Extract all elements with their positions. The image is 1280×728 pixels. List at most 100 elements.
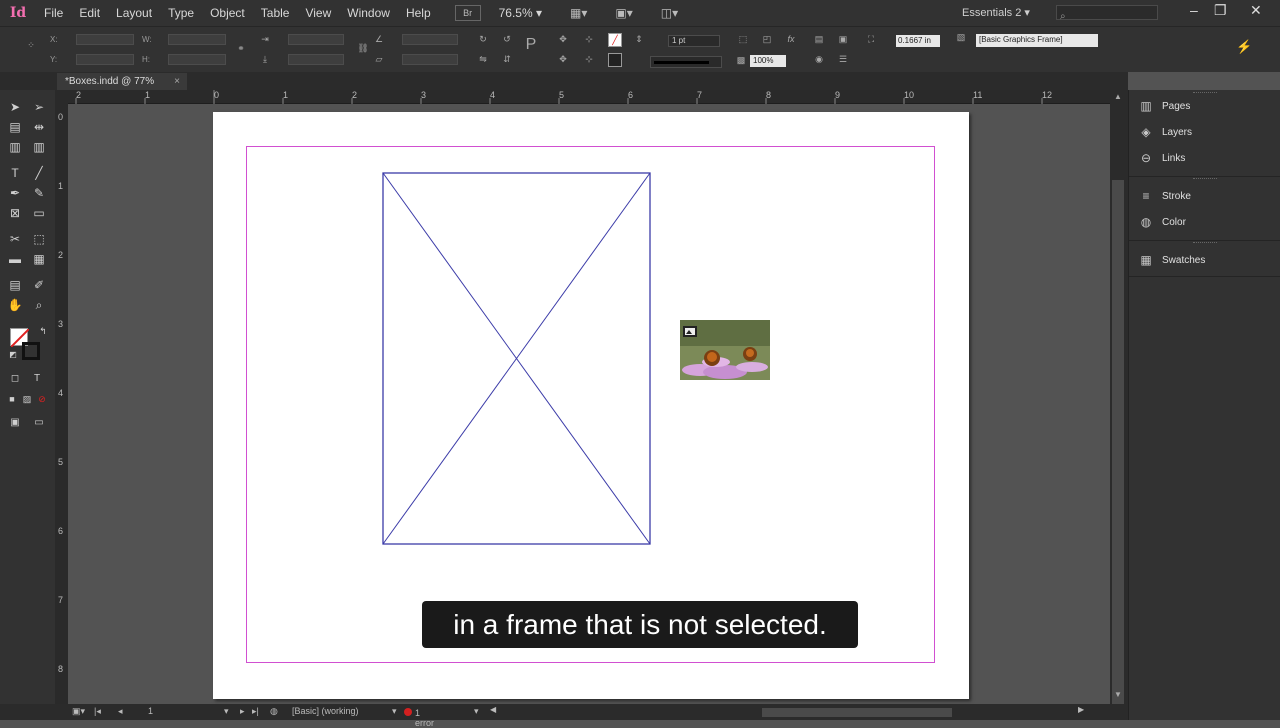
- workspace-switcher[interactable]: Essentials 2 ▾: [962, 6, 1030, 19]
- next-page-icon[interactable]: ▸: [240, 706, 245, 717]
- help-search-input[interactable]: ⌕: [1056, 5, 1158, 22]
- select-content-icon[interactable]: ⊹: [582, 33, 596, 47]
- corner-options-icon[interactable]: ⬚: [736, 33, 750, 47]
- stroke-weight-stepper[interactable]: ⇕: [632, 33, 646, 47]
- scissors-tool-icon[interactable]: ✂: [6, 230, 24, 248]
- menu-file[interactable]: File: [36, 6, 71, 20]
- formatting-text-icon[interactable]: T: [28, 370, 46, 388]
- panel-swatches[interactable]: ▦ Swatches: [1137, 250, 1277, 270]
- rectangle-tool-icon[interactable]: ▭: [30, 204, 48, 222]
- menu-window[interactable]: Window: [339, 6, 398, 20]
- select-frame-icon[interactable]: ⊹: [582, 53, 596, 67]
- auto-fit-icon[interactable]: ⛶: [864, 33, 878, 47]
- rotation-field[interactable]: [402, 34, 458, 45]
- profile-dropdown-icon[interactable]: ▾: [392, 706, 397, 717]
- view-options-icon[interactable]: ▦▾: [570, 6, 587, 20]
- scroll-down-icon[interactable]: ▼: [1114, 690, 1122, 699]
- fitting-offset-field[interactable]: 0.1667 in: [896, 35, 940, 47]
- direct-selection-tool-icon[interactable]: ➢: [30, 98, 48, 116]
- note-tool-icon[interactable]: ▤: [6, 276, 24, 294]
- formatting-container-icon[interactable]: ◻: [6, 370, 24, 388]
- view-toggle-icon[interactable]: ▣▾: [72, 706, 85, 717]
- panel-pages[interactable]: ▥ Pages: [1137, 96, 1277, 116]
- reference-point-icon[interactable]: ⁘: [22, 39, 40, 57]
- stroke-swatch-icon[interactable]: [608, 53, 622, 67]
- pen-tool-icon[interactable]: ✒: [6, 184, 24, 202]
- scale-y-field[interactable]: [288, 54, 344, 65]
- gap-tool-icon[interactable]: ⇹: [30, 118, 48, 136]
- page-number-field[interactable]: 1: [148, 706, 153, 716]
- flip-horizontal-icon[interactable]: ⇋: [476, 53, 490, 67]
- menu-layout[interactable]: Layout: [108, 6, 160, 20]
- fit-content-icon[interactable]: ▣: [836, 33, 850, 47]
- menu-view[interactable]: View: [297, 6, 339, 20]
- panel-layers[interactable]: ◈ Layers: [1137, 122, 1277, 142]
- zoom-level[interactable]: 76.5% ▾: [491, 6, 550, 20]
- rotate-ccw-icon[interactable]: ↺: [500, 33, 514, 47]
- last-page-icon[interactable]: ▸|: [252, 706, 259, 717]
- content-placer-icon[interactable]: ▥: [30, 138, 48, 156]
- minimize-button[interactable]: –: [1190, 2, 1198, 18]
- object-style-select[interactable]: [Basic Graphics Frame]: [976, 34, 1098, 47]
- panel-links[interactable]: ⊖ Links: [1137, 148, 1277, 168]
- preflight-profile[interactable]: [Basic] (working): [292, 706, 359, 716]
- vertical-scroll-thumb[interactable]: [1112, 180, 1124, 706]
- gradient-feather-tool-icon[interactable]: ▦: [30, 250, 48, 268]
- rectangle-frame-tool-icon[interactable]: ⊠: [6, 204, 24, 222]
- close-window-button[interactable]: ✕: [1250, 2, 1262, 19]
- effects-icon[interactable]: fx: [784, 33, 798, 47]
- shear-field[interactable]: [402, 54, 458, 65]
- flip-vertical-icon[interactable]: ⇵: [500, 53, 514, 67]
- preflight-menu-icon[interactable]: ▾: [474, 706, 479, 717]
- y-field[interactable]: [76, 54, 134, 65]
- x-field[interactable]: [76, 34, 134, 45]
- lightning-icon[interactable]: ⚡: [1236, 40, 1252, 55]
- stroke-type-select[interactable]: [650, 56, 722, 68]
- scroll-right-icon[interactable]: ▶: [1078, 705, 1084, 714]
- page-dropdown-icon[interactable]: ▾: [224, 706, 229, 717]
- scroll-left-icon[interactable]: ◀: [490, 705, 496, 714]
- opacity-field[interactable]: 100%: [750, 55, 786, 67]
- stroke-weight-field[interactable]: 1 pt: [668, 35, 720, 47]
- normal-view-icon[interactable]: ▣: [6, 414, 24, 432]
- fill-swatch-icon[interactable]: ╱: [608, 33, 622, 47]
- free-transform-tool-icon[interactable]: ⬚: [30, 230, 48, 248]
- document-tab[interactable]: *Boxes.indd @ 77% ×: [57, 73, 187, 90]
- constrain-proportions-icon[interactable]: ⚭: [234, 42, 248, 56]
- select-previous-icon[interactable]: ✥: [556, 33, 570, 47]
- apply-none-icon[interactable]: ⊘: [33, 390, 51, 408]
- screen-mode-tool-icon[interactable]: ▭: [30, 414, 48, 432]
- open-file-icon[interactable]: ◍: [270, 706, 278, 717]
- swap-colors-icon[interactable]: ↰: [34, 322, 52, 340]
- center-content-icon[interactable]: ◉: [812, 53, 826, 67]
- constrain-scale-icon[interactable]: ⛓: [356, 42, 370, 56]
- panel-grip[interactable]: [1193, 178, 1217, 180]
- gradient-swatch-tool-icon[interactable]: ▬: [6, 250, 24, 268]
- bridge-button[interactable]: Br: [454, 5, 481, 21]
- restore-button[interactable]: ❐: [1214, 2, 1227, 19]
- fit-frame-icon[interactable]: ▤: [812, 33, 826, 47]
- panel-grip[interactable]: [1193, 242, 1217, 244]
- panel-grip[interactable]: [1193, 92, 1217, 94]
- arrange-documents-icon[interactable]: ◫▾: [661, 6, 678, 20]
- eyedropper-tool-icon[interactable]: ✐: [30, 276, 48, 294]
- scale-x-field[interactable]: [288, 34, 344, 45]
- vertical-scrollbar[interactable]: ▲ ▼: [1110, 90, 1128, 706]
- stroke-color-icon[interactable]: [22, 342, 40, 360]
- height-field[interactable]: [168, 54, 226, 65]
- panel-color[interactable]: ◍ Color: [1137, 212, 1277, 232]
- close-tab-icon[interactable]: ×: [174, 73, 180, 90]
- panel-stroke[interactable]: ≡ Stroke: [1137, 186, 1277, 206]
- type-tool-icon[interactable]: T: [6, 164, 24, 182]
- menu-type[interactable]: Type: [160, 6, 202, 20]
- menu-object[interactable]: Object: [202, 6, 253, 20]
- pencil-tool-icon[interactable]: ✎: [30, 184, 48, 202]
- content-collector-icon[interactable]: ▥: [6, 138, 24, 156]
- previous-page-icon[interactable]: ◂: [118, 706, 123, 717]
- drop-shadow-icon[interactable]: ◰: [760, 33, 774, 47]
- line-tool-icon[interactable]: ╱: [30, 164, 48, 182]
- ruler-origin[interactable]: [55, 90, 68, 104]
- fill-frame-icon[interactable]: ☰: [836, 53, 850, 67]
- menu-table[interactable]: Table: [253, 6, 298, 20]
- screen-mode-icon[interactable]: ▣▾: [615, 6, 632, 20]
